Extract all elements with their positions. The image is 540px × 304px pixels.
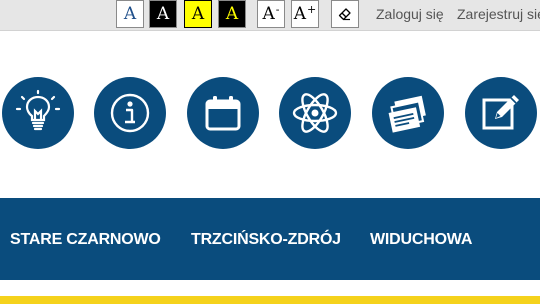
font-decrease-label: A (262, 3, 275, 24)
edit-icon (482, 95, 519, 130)
contrast-default-button[interactable]: A (116, 0, 144, 28)
contrast-white-on-black-button[interactable]: A (149, 0, 177, 28)
contrast-yellow-on-black-button[interactable]: A (218, 0, 246, 28)
quick-link-documents[interactable] (372, 77, 444, 149)
quick-link-calendar[interactable] (187, 77, 259, 149)
font-increase-button[interactable]: A + (291, 0, 319, 28)
font-increase-sign: + (307, 2, 317, 16)
font-decrease-sign: - (275, 2, 280, 16)
contrast-black-on-yellow-button[interactable]: A (184, 0, 212, 28)
quick-link-forms[interactable] (465, 77, 537, 149)
municipalities-nav: STARE CZARNOWO TRZCIŃSKO-ZDRÓJ WIDUCHOWA (0, 198, 540, 280)
reset-font-button[interactable] (331, 0, 359, 28)
eraser-icon (338, 8, 351, 21)
quick-link-science[interactable] (279, 77, 351, 149)
contrast-white-on-black-label: A (156, 3, 170, 24)
nav-item-trzcinsko-zdroj[interactable]: TRZCIŃSKO-ZDRÓJ (191, 231, 341, 249)
accessibility-toolbar: A A A A A- A + Zaloguj się Zarejestruj si… (0, 0, 540, 31)
quick-link-ideas[interactable] (2, 77, 74, 149)
contrast-yellow-on-black-label: A (225, 3, 239, 24)
documents-icon (388, 95, 426, 133)
atom-icon (292, 93, 338, 133)
contrast-default-label: A (123, 3, 137, 24)
info-icon (110, 93, 150, 133)
login-link[interactable]: Zaloguj się (376, 6, 444, 22)
lightbulb-icon (15, 89, 61, 131)
yellow-accent-bar (0, 296, 540, 304)
nav-item-widuchowa[interactable]: WIDUCHOWA (370, 231, 472, 249)
contrast-black-on-yellow-label: A (191, 3, 205, 24)
nav-item-stare-czarnowo[interactable]: STARE CZARNOWO (10, 231, 161, 249)
font-decrease-button[interactable]: A- (257, 0, 285, 28)
calendar-icon (205, 96, 241, 131)
font-increase-label: A (293, 3, 307, 24)
divider-space (0, 280, 540, 296)
quick-link-info[interactable] (94, 77, 166, 149)
quick-links-row (0, 77, 540, 157)
register-link[interactable]: Zarejestruj się (457, 6, 540, 22)
